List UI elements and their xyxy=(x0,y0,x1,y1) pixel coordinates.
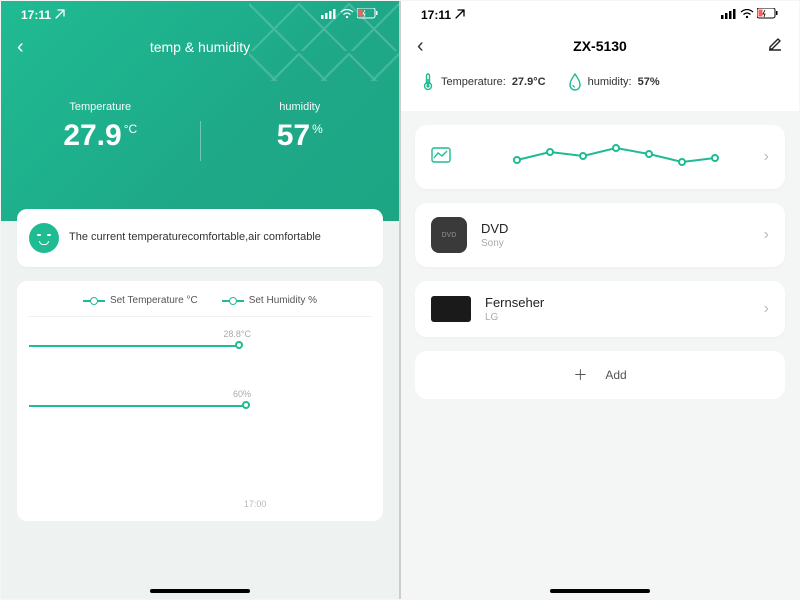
status-time: 17:11 xyxy=(21,8,51,22)
edit-button[interactable] xyxy=(767,36,783,57)
temperature-slider[interactable]: 28.8°C xyxy=(29,317,371,377)
signal-icon xyxy=(721,8,737,22)
droplet-icon xyxy=(568,73,582,91)
device-name: DVD xyxy=(481,221,508,236)
screen-temp-humidity: 17:11 ‹ temp & humidity Temperature xyxy=(1,1,399,599)
battery-icon xyxy=(757,8,779,22)
x-axis-tick: 17:00 xyxy=(244,499,267,509)
humidity-unit: % xyxy=(312,122,323,136)
device-card-dvd[interactable]: DVD DVD Sony › xyxy=(415,203,785,267)
comfort-text: The current temperaturecomfortable,air c… xyxy=(69,230,321,245)
hum-slider-handle[interactable] xyxy=(242,401,250,409)
chevron-right-icon: › xyxy=(764,300,769,318)
humidity-label: humidity xyxy=(201,101,400,113)
temperature-label: Temperature xyxy=(1,101,200,113)
temperature-unit: °C xyxy=(124,122,137,136)
back-button[interactable]: ‹ xyxy=(417,35,424,58)
chart-legend: Set Temperature °C Set Humidity % xyxy=(29,295,371,317)
device-body: › DVD DVD Sony › Fernseher LG › ＋ xyxy=(401,111,799,599)
temperature-reading: Temperature 27.9°C xyxy=(1,101,200,161)
temp-slider-label: 28.8°C xyxy=(223,329,251,339)
temp-value: 27.9°C xyxy=(512,76,546,88)
tv-icon xyxy=(431,296,471,322)
chart-card: Set Temperature °C Set Humidity % 28.8°C… xyxy=(17,281,383,521)
sparkline-chart xyxy=(465,142,769,172)
add-label: Add xyxy=(605,368,626,382)
status-bar: 17:11 xyxy=(1,1,399,29)
device-name: Fernseher xyxy=(485,295,544,310)
legend-marker-icon xyxy=(83,300,105,302)
body-panel: The current temperaturecomfortable,air c… xyxy=(1,221,399,599)
info-row: Temperature: 27.9°C humidity: 57% xyxy=(401,63,799,101)
home-indicator[interactable] xyxy=(550,589,650,593)
humidity-value: 57% xyxy=(638,76,660,88)
dvd-icon: DVD xyxy=(431,217,467,253)
location-icon xyxy=(455,8,465,22)
chart-icon xyxy=(431,147,451,168)
status-bar: 17:11 xyxy=(401,1,799,29)
temp-slider-handle[interactable] xyxy=(235,341,243,349)
hum-slider-label: 60% xyxy=(233,389,251,399)
humidity-reading: humidity 57% xyxy=(201,101,400,161)
humidity-slider[interactable]: 60% xyxy=(29,377,371,437)
battery-icon xyxy=(357,8,379,22)
legend-temp: Set Temperature °C xyxy=(110,295,198,306)
chart-card[interactable]: › xyxy=(415,125,785,189)
back-button[interactable]: ‹ xyxy=(17,36,24,59)
device-title: ZX-5130 xyxy=(573,38,627,54)
add-button[interactable]: ＋ Add xyxy=(415,351,785,399)
legend-marker-icon xyxy=(222,300,244,302)
temp-label: Temperature: xyxy=(441,76,506,88)
device-card-tv[interactable]: Fernseher LG › xyxy=(415,281,785,337)
legend-humidity: Set Humidity % xyxy=(249,295,317,306)
status-time: 17:11 xyxy=(421,8,451,22)
signal-icon xyxy=(321,8,337,22)
wifi-icon xyxy=(340,8,354,22)
screen-device: 17:11 ‹ ZX-5130 Temperature: 27 xyxy=(401,1,799,599)
smiley-icon xyxy=(29,223,59,253)
plus-icon: ＋ xyxy=(573,365,587,385)
temperature-value: 27.9 xyxy=(63,119,121,152)
page-title: temp & humidity xyxy=(150,39,250,55)
humidity-value: 57 xyxy=(277,119,310,152)
thermometer-icon xyxy=(421,73,435,91)
home-indicator[interactable] xyxy=(150,589,250,593)
device-brand: LG xyxy=(485,312,544,323)
humidity-label: humidity: xyxy=(588,76,632,88)
wifi-icon xyxy=(740,8,754,22)
location-icon xyxy=(55,8,65,22)
device-brand: Sony xyxy=(481,238,508,249)
comfort-card: The current temperaturecomfortable,air c… xyxy=(17,209,383,267)
chevron-right-icon: › xyxy=(764,226,769,244)
chevron-right-icon: › xyxy=(764,148,769,166)
